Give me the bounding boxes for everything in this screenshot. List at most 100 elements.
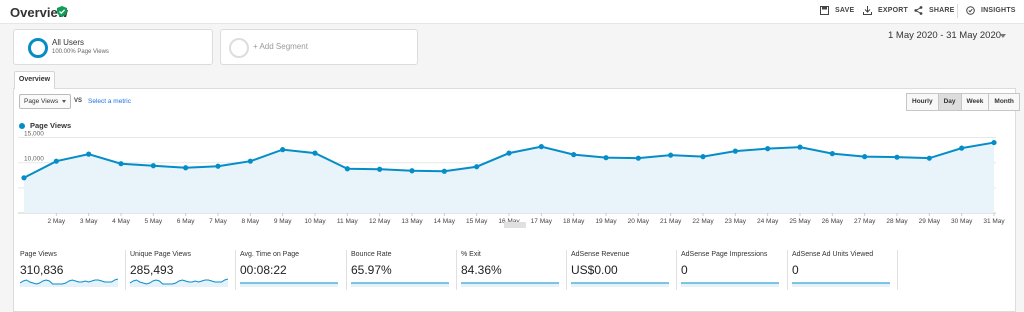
data-point: [797, 144, 803, 150]
vs-label: VS: [74, 98, 83, 104]
data-point: [409, 168, 415, 174]
toolbar-divider: [957, 4, 958, 18]
chevron-down-icon: [62, 100, 66, 103]
day-button[interactable]: Day: [937, 93, 962, 111]
sparkline: [20, 278, 118, 287]
hourly-button[interactable]: Hourly: [906, 93, 939, 111]
chevron-down-icon[interactable]: [1000, 34, 1006, 38]
sparkline-area: [461, 283, 559, 287]
tab-overview[interactable]: Overview: [14, 71, 55, 89]
data-point: [571, 152, 577, 158]
data-point: [474, 164, 480, 170]
header-divider: [0, 23, 1024, 24]
scorecard-adsense-page-impressions[interactable]: AdSense Page Impressions 0: [681, 247, 791, 291]
x-tick-label: 5 May: [144, 218, 162, 225]
data-point: [377, 166, 383, 172]
scorecard-value: 310,836: [20, 263, 64, 277]
data-point: [603, 155, 609, 161]
data-point: [829, 151, 835, 157]
week-button[interactable]: Week: [960, 93, 990, 111]
x-tick-label: 22 May: [692, 218, 714, 225]
share-label: SHARE: [929, 7, 955, 14]
data-point: [86, 151, 92, 157]
x-tick-label: 3 May: [80, 218, 98, 225]
x-tick-label: 26 May: [822, 218, 844, 225]
x-tick-label: 28 May: [886, 218, 908, 225]
data-point: [312, 150, 318, 156]
x-tick-label: 2 May: [47, 218, 65, 225]
month-button[interactable]: Month: [988, 93, 1020, 111]
select-metric-link[interactable]: Select a metric: [88, 98, 131, 105]
scorecard-page-views[interactable]: Page Views 310,836: [20, 247, 130, 291]
sparkline-area: [240, 283, 338, 287]
data-point: [21, 175, 27, 181]
scorecard-label: Bounce Rate: [351, 251, 392, 258]
scorecard-label: AdSense Page Impressions: [681, 251, 768, 258]
add-segment-button[interactable]: + Add Segment: [220, 29, 418, 65]
x-tick-label: 9 May: [274, 218, 292, 225]
sparkline-area: [792, 283, 890, 287]
data-point: [668, 152, 674, 158]
x-tick-label: 13 May: [401, 218, 423, 225]
export-label: EXPORT: [878, 7, 908, 14]
share-button[interactable]: SHARE: [914, 6, 955, 15]
x-tick-label: 19 May: [595, 218, 617, 225]
chart-scroll-handle: [504, 222, 526, 228]
data-point: [280, 147, 286, 153]
sparkline: [130, 278, 228, 287]
scorecard-value: 285,493: [130, 263, 174, 277]
scorecard-adsense-revenue[interactable]: AdSense Revenue US$0.00: [571, 247, 681, 291]
empty-segment-ring-icon: [229, 38, 249, 58]
x-tick-label: 25 May: [789, 218, 811, 225]
scorecard-exit[interactable]: % Exit 84.36%: [461, 247, 571, 291]
x-tick-label: 30 May: [951, 218, 973, 225]
segment-all-users[interactable]: All Users 100.00% Page Views: [13, 29, 213, 65]
verified-shield-icon: [57, 6, 67, 17]
data-point: [150, 163, 156, 169]
x-tick-label: 8 May: [241, 218, 259, 225]
time-granularity-group: Hourly Day Week Month: [906, 93, 1020, 111]
date-range-picker[interactable]: 1 May 2020 - 31 May 2020: [888, 30, 1001, 41]
x-tick-label: 14 May: [434, 218, 456, 225]
x-tick-label: 24 May: [757, 218, 779, 225]
page-views-chart[interactable]: 15,00010,0005,0002 May3 May4 May5 May6 M…: [0, 130, 1024, 230]
data-point: [183, 165, 189, 171]
scorecard-unique-page-views[interactable]: Unique Page Views 285,493: [130, 247, 240, 291]
sparkline: [240, 282, 338, 287]
scorecard-avg-time-on-page[interactable]: Avg. Time on Page 00:08:22: [240, 247, 350, 291]
scorecard-label: % Exit: [461, 251, 481, 258]
data-point: [538, 144, 544, 150]
data-point: [247, 158, 253, 164]
x-tick-label: 12 May: [369, 218, 391, 225]
x-tick-label: 4 May: [112, 218, 130, 225]
data-point: [635, 155, 641, 161]
scorecard-divider: [676, 250, 677, 290]
x-tick-label: 21 May: [660, 218, 682, 225]
legend-marker: [19, 123, 25, 129]
x-tick-label: 29 May: [919, 218, 941, 225]
x-tick-label: 17 May: [531, 218, 553, 225]
export-button[interactable]: EXPORT: [863, 6, 908, 15]
sparkline-area: [571, 283, 669, 287]
x-tick-label: 31 May: [983, 218, 1005, 225]
scorecard-divider: [897, 250, 898, 290]
sparkline: [792, 282, 890, 287]
export-icon: [863, 6, 872, 15]
scorecard-label: AdSense Revenue: [571, 251, 630, 258]
scorecard-bounce-rate[interactable]: Bounce Rate 65.97%: [351, 247, 461, 291]
scorecard-divider: [346, 250, 347, 290]
insights-button[interactable]: INSIGHTS: [966, 6, 1016, 15]
data-point: [926, 155, 932, 161]
data-point: [732, 148, 738, 154]
scorecard-divider: [787, 250, 788, 290]
scorecard-value: 0: [792, 263, 799, 277]
segment-name: All Users: [52, 38, 85, 47]
save-button[interactable]: SAVE: [820, 6, 854, 15]
scorecard-adsense-ad-units-viewed[interactable]: AdSense Ad Units Viewed 0: [792, 247, 902, 291]
metric-select[interactable]: Page Views: [19, 94, 71, 109]
sparkline: [461, 282, 559, 287]
data-point: [894, 154, 900, 160]
data-point: [991, 139, 997, 146]
share-icon: [914, 6, 923, 15]
x-tick-label: 6 May: [177, 218, 195, 225]
